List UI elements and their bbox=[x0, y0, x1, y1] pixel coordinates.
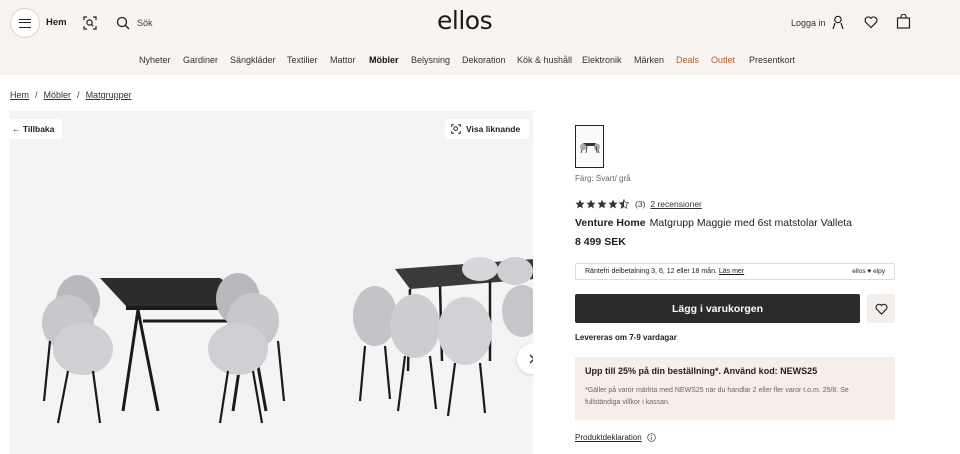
search-icon[interactable] bbox=[116, 16, 130, 30]
nav-item-mattor[interactable]: Mattor bbox=[330, 55, 356, 65]
product-image-gallery[interactable]: ← Tillbaka Visa liknande bbox=[10, 111, 533, 454]
ellos-logo[interactable]: ellos bbox=[437, 6, 493, 35]
nav-item-belysning[interactable]: Belysning bbox=[411, 55, 450, 65]
read-more-link[interactable]: Läs mer bbox=[719, 268, 744, 275]
breadcrumb-separator: / bbox=[35, 90, 38, 100]
show-similar-button[interactable]: Visa liknande bbox=[445, 119, 530, 139]
product-title: Venture Home Matgrupp Maggie med 6st mats… bbox=[575, 217, 852, 229]
product-image-dining-set bbox=[42, 273, 286, 424]
visual-search-icon bbox=[451, 124, 461, 134]
breadcrumb-home[interactable]: Hem bbox=[10, 90, 29, 100]
product-price: 8 499 SEK bbox=[575, 236, 626, 248]
delivery-time: Levereras om 7-9 vardagar bbox=[575, 333, 677, 342]
back-button-label: Tillbaka bbox=[22, 124, 55, 134]
back-button[interactable]: ← Tillbaka bbox=[10, 119, 63, 139]
show-similar-label: Visa liknande bbox=[466, 124, 521, 134]
user-icon[interactable] bbox=[831, 15, 845, 30]
nav-item-deals[interactable]: Deals bbox=[676, 55, 699, 65]
promo-title: Upp till 25% på din beställning*. Använd… bbox=[585, 366, 818, 376]
dining-set-thumbnail-icon bbox=[579, 142, 600, 153]
nav-item-elektronik[interactable]: Elektronik bbox=[582, 55, 622, 65]
breadcrumb-separator: / bbox=[77, 90, 80, 100]
payment-provider-logos: ellos ♥ elpy bbox=[852, 268, 885, 275]
product-declaration-link[interactable]: Produktdeklaration bbox=[575, 433, 656, 442]
promo-banner: Upp till 25% på din beställning*. Använd… bbox=[575, 357, 895, 420]
menu-button[interactable] bbox=[10, 8, 40, 38]
nav-item-mobler[interactable]: Möbler bbox=[369, 55, 399, 65]
nav-item-outlet[interactable]: Outlet bbox=[711, 55, 735, 65]
wishlist-heart-icon[interactable] bbox=[864, 15, 878, 29]
product-declaration-label: Produktdeklaration bbox=[575, 433, 642, 442]
breadcrumb: Hem / Möbler / Matgrupper bbox=[10, 90, 132, 100]
home-link[interactable]: Hem bbox=[46, 17, 67, 28]
promo-terms: *Gäller på varor märkta med NEWS25 när d… bbox=[585, 387, 849, 406]
nav-item-sangklader[interactable]: Sängkläder bbox=[230, 55, 276, 65]
breadcrumb-matgrupper[interactable]: Matgrupper bbox=[86, 90, 132, 100]
nav-item-textilier[interactable]: Textilier bbox=[287, 55, 318, 65]
rating-count: (3) bbox=[635, 199, 646, 209]
star-full-icon bbox=[575, 199, 585, 209]
nav-item-kok-hushall[interactable]: Kök & hushåll bbox=[517, 55, 572, 65]
financing-info: Räntefri delbetalning 3, 6, 12 eller 18 … bbox=[575, 263, 895, 280]
visual-search-icon[interactable] bbox=[83, 16, 97, 30]
color-variant-thumbnail[interactable] bbox=[575, 125, 604, 168]
nav-item-gardiner[interactable]: Gardiner bbox=[183, 55, 218, 65]
hamburger-icon bbox=[19, 18, 31, 28]
login-link[interactable]: Logga in bbox=[791, 18, 826, 28]
chevron-right-icon bbox=[529, 354, 533, 364]
shopping-bag-icon[interactable] bbox=[896, 14, 911, 29]
add-to-wishlist-button[interactable] bbox=[867, 294, 895, 323]
add-to-cart-button[interactable]: Lägg i varukorgen bbox=[575, 294, 860, 323]
star-half-icon bbox=[619, 199, 629, 209]
nav-item-dekoration[interactable]: Dekoration bbox=[462, 55, 506, 65]
heart-icon bbox=[875, 303, 887, 315]
reviews-link[interactable]: 2 recensioner bbox=[650, 199, 702, 209]
search-input[interactable]: Sök bbox=[137, 18, 153, 28]
star-full-icon bbox=[597, 199, 607, 209]
financing-text: Räntefri delbetalning 3, 6, 12 eller 18 … bbox=[585, 268, 717, 275]
site-header: Hem Sök ellos Logga in Nyheter Gardiner … bbox=[0, 0, 960, 75]
info-icon bbox=[646, 433, 656, 442]
star-full-icon bbox=[608, 199, 618, 209]
product-image-dining-set-angle bbox=[353, 257, 533, 417]
product-rating[interactable]: (3) 2 recensioner bbox=[575, 199, 702, 209]
nav-item-marken[interactable]: Märken bbox=[634, 55, 664, 65]
star-full-icon bbox=[586, 199, 596, 209]
color-label: Färg: Svart/ grå bbox=[575, 174, 631, 183]
main-navigation: Nyheter Gardiner Sängkläder Textilier Ma… bbox=[0, 55, 960, 67]
product-name: Matgrupp Maggie med 6st matstolar Vallet… bbox=[649, 217, 852, 229]
arrow-left-icon: ← bbox=[12, 124, 23, 134]
nav-item-nyheter[interactable]: Nyheter bbox=[139, 55, 171, 65]
nav-item-presentkort[interactable]: Presentkort bbox=[749, 55, 795, 65]
breadcrumb-mobler[interactable]: Möbler bbox=[44, 90, 72, 100]
product-brand[interactable]: Venture Home bbox=[575, 217, 646, 229]
